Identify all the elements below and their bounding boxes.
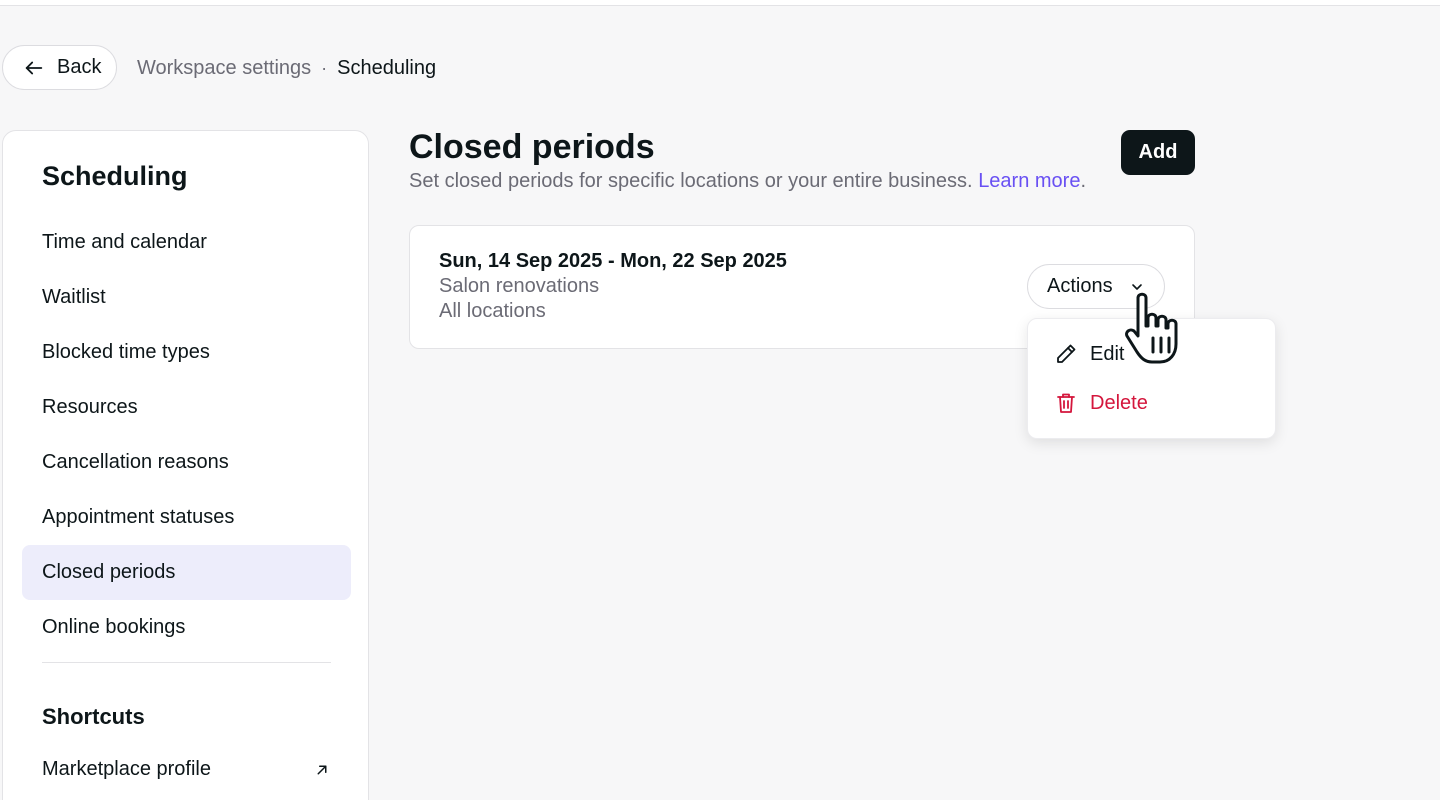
trash-icon bbox=[1054, 391, 1078, 415]
sidebar-title: Scheduling bbox=[42, 161, 188, 191]
subtitle-text: Set closed periods for specific location… bbox=[409, 170, 973, 192]
menu-item-delete-label: Delete bbox=[1090, 391, 1148, 414]
settings-sidebar: Scheduling Time and calendar Waitlist Bl… bbox=[2, 130, 369, 800]
learn-more-link[interactable]: Learn more bbox=[978, 170, 1080, 192]
pencil-icon bbox=[1054, 342, 1078, 366]
sidebar-item-blocked-time-types[interactable]: Blocked time types bbox=[22, 325, 351, 380]
breadcrumb-current: Scheduling bbox=[337, 56, 437, 79]
period-dates: Sun, 14 Sep 2025 - Mon, 22 Sep 2025 bbox=[439, 250, 787, 272]
actions-label: Actions bbox=[1047, 275, 1113, 297]
page-title: Closed periods bbox=[409, 128, 655, 166]
arrow-left-icon bbox=[23, 57, 45, 79]
actions-button[interactable]: Actions bbox=[1027, 264, 1165, 309]
menu-item-delete[interactable]: Delete bbox=[1028, 379, 1277, 427]
actions-dropdown-menu: Edit Delete bbox=[1027, 318, 1276, 439]
breadcrumb: Workspace settings · Scheduling bbox=[137, 55, 436, 81]
subtitle-period: . bbox=[1080, 170, 1087, 192]
sidebar-item-waitlist[interactable]: Waitlist bbox=[22, 270, 351, 325]
sidebar-item-time-and-calendar[interactable]: Time and calendar bbox=[22, 215, 351, 270]
period-locations: All locations bbox=[439, 300, 546, 322]
add-button[interactable]: Add bbox=[1121, 130, 1195, 175]
breadcrumb-parent[interactable]: Workspace settings bbox=[137, 57, 311, 80]
period-reason: Salon renovations bbox=[439, 275, 600, 297]
shortcut-marketplace-profile[interactable]: Marketplace profile bbox=[22, 742, 351, 797]
back-button[interactable]: Back bbox=[2, 45, 117, 90]
sidebar-divider bbox=[42, 662, 331, 663]
menu-item-edit[interactable]: Edit bbox=[1028, 330, 1277, 378]
sidebar-item-online-bookings[interactable]: Online bookings bbox=[22, 600, 351, 655]
sidebar-item-closed-periods[interactable]: Closed periods bbox=[22, 545, 351, 600]
page-subtitle: Set closed periods for specific location… bbox=[409, 170, 1086, 193]
menu-item-edit-label: Edit bbox=[1090, 342, 1125, 365]
back-button-label: Back bbox=[57, 56, 102, 78]
top-bar bbox=[0, 0, 1440, 6]
external-link-icon bbox=[313, 761, 331, 779]
breadcrumb-separator: · bbox=[321, 57, 328, 78]
sidebar-item-appointment-statuses[interactable]: Appointment statuses bbox=[22, 490, 351, 545]
sidebar-nav: Time and calendar Waitlist Blocked time … bbox=[22, 215, 351, 655]
chevron-down-icon bbox=[1129, 279, 1145, 295]
sidebar-item-resources[interactable]: Resources bbox=[22, 380, 351, 435]
shortcut-label: Marketplace profile bbox=[42, 758, 211, 780]
sidebar-item-cancellation-reasons[interactable]: Cancellation reasons bbox=[22, 435, 351, 490]
shortcuts-heading: Shortcuts bbox=[42, 704, 145, 729]
